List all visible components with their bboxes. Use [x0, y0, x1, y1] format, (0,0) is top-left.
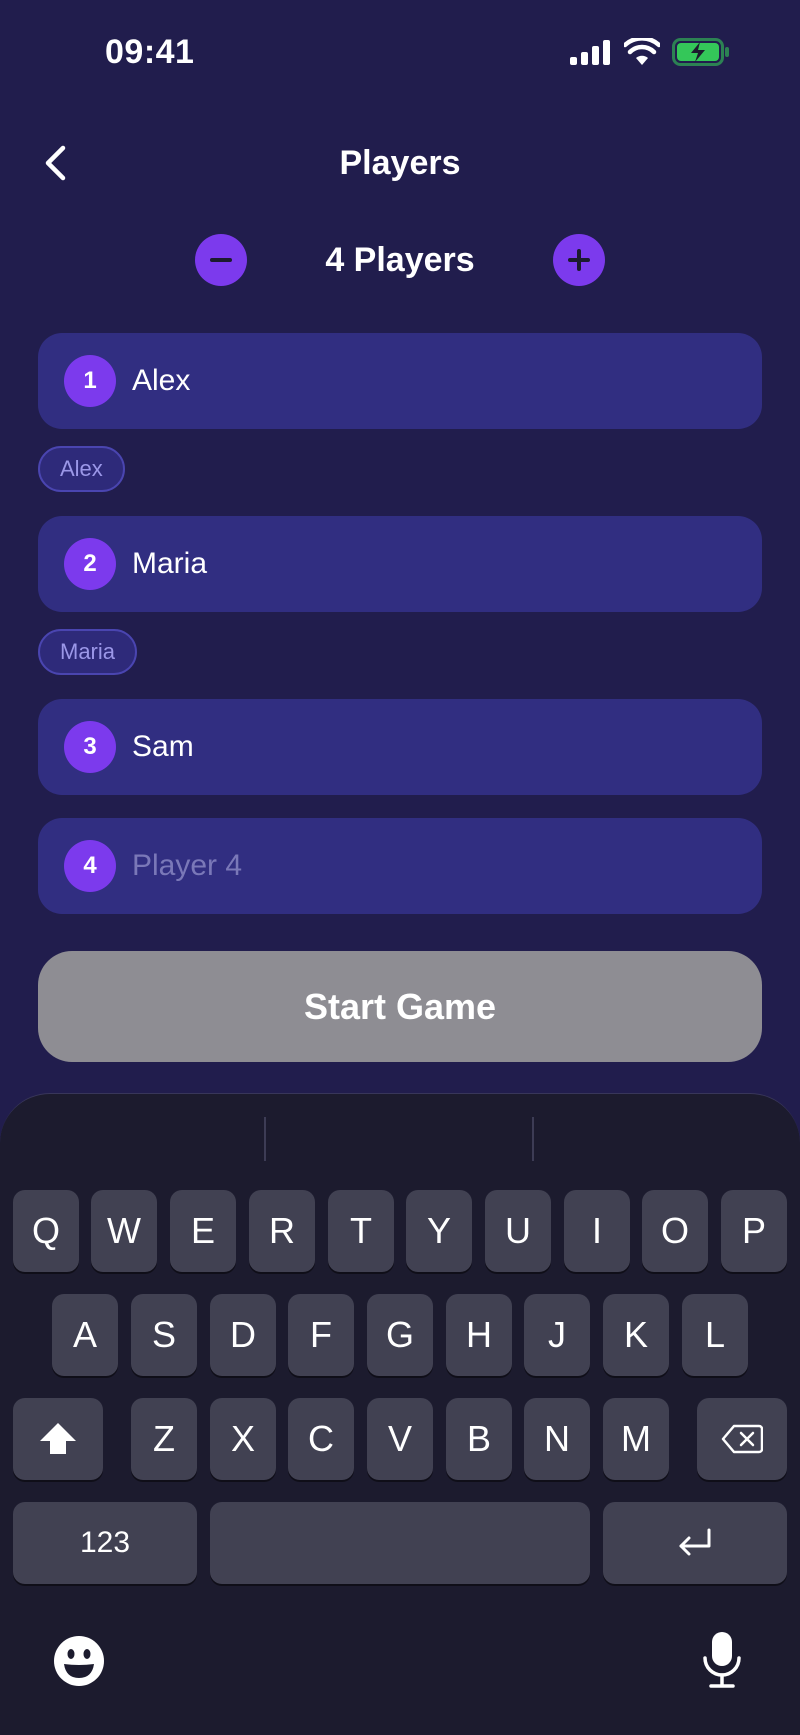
key-f[interactable]: F [288, 1294, 354, 1376]
key-l[interactable]: L [682, 1294, 748, 1376]
plus-icon [568, 249, 590, 271]
keyboard: Q W E R T Y U I O P A S D F G H J K L Z … [0, 1093, 800, 1735]
name-suggestion-chip[interactable]: Maria [38, 629, 138, 675]
player-name: Sam [132, 730, 194, 763]
key-d[interactable]: D [210, 1294, 276, 1376]
key-c[interactable]: C [288, 1398, 354, 1480]
key-o[interactable]: O [642, 1190, 708, 1272]
player-number-badge: 4 [64, 840, 116, 892]
key-w[interactable]: W [91, 1190, 157, 1272]
status-bar: 09:41 [0, 0, 800, 110]
key-r[interactable]: R [249, 1190, 315, 1272]
emoji-button[interactable] [53, 1635, 105, 1687]
key-j[interactable]: J [524, 1294, 590, 1376]
player-name: Maria [132, 547, 208, 580]
key-m[interactable]: M [603, 1398, 669, 1480]
player-4-field[interactable]: 4 Player 4 [38, 818, 762, 914]
numbers-key[interactable]: 123 [13, 1502, 197, 1584]
nav-header: Players [0, 130, 800, 200]
dictation-button[interactable] [700, 1630, 744, 1690]
shift-key[interactable] [13, 1398, 103, 1480]
player-number-badge: 3 [64, 721, 116, 773]
backspace-icon [721, 1424, 763, 1454]
key-y[interactable]: Y [406, 1190, 472, 1272]
player-count-stepper: 4 Players [0, 230, 800, 290]
key-z[interactable]: Z [131, 1398, 197, 1480]
player-1-field[interactable]: 1 Alex [38, 333, 762, 429]
key-h[interactable]: H [446, 1294, 512, 1376]
emoji-icon [54, 1636, 104, 1686]
backspace-key[interactable] [697, 1398, 787, 1480]
suggestion-divider [532, 1117, 534, 1161]
key-a[interactable]: A [52, 1294, 118, 1376]
key-e[interactable]: E [170, 1190, 236, 1272]
key-u[interactable]: U [485, 1190, 551, 1272]
player-2-field[interactable]: 2 Maria [38, 516, 762, 612]
key-g[interactable]: G [367, 1294, 433, 1376]
name-suggestion-chip[interactable]: Alex [38, 446, 125, 492]
key-n[interactable]: N [524, 1398, 590, 1480]
key-v[interactable]: V [367, 1398, 433, 1480]
key-b[interactable]: B [446, 1398, 512, 1480]
suggestion-divider [264, 1117, 266, 1161]
player-name: Alex [132, 364, 191, 397]
key-i[interactable]: I [564, 1190, 630, 1272]
player-name-placeholder: Player 4 [132, 849, 243, 882]
shift-icon [40, 1423, 76, 1454]
battery-charging-icon [672, 38, 729, 66]
status-time: 09:41 [105, 33, 195, 71]
start-game-button[interactable]: Start Game [38, 951, 762, 1062]
player-count-label: 4 Players [325, 241, 475, 279]
key-s[interactable]: S [131, 1294, 197, 1376]
space-key[interactable] [210, 1502, 590, 1584]
player-3-field[interactable]: 3 Sam [38, 699, 762, 795]
increase-players-button[interactable] [553, 234, 605, 286]
key-q[interactable]: Q [13, 1190, 79, 1272]
key-x[interactable]: X [210, 1398, 276, 1480]
player-number-badge: 1 [64, 355, 116, 407]
return-icon [679, 1528, 711, 1556]
key-p[interactable]: P [721, 1190, 787, 1272]
key-t[interactable]: T [328, 1190, 394, 1272]
key-k[interactable]: K [603, 1294, 669, 1376]
page-title: Players [339, 144, 461, 182]
player-number-badge: 2 [64, 538, 116, 590]
wifi-icon [624, 38, 660, 65]
status-icons [570, 38, 730, 66]
return-key[interactable] [603, 1502, 787, 1584]
signal-icon [570, 40, 610, 65]
microphone-icon [703, 1632, 741, 1688]
